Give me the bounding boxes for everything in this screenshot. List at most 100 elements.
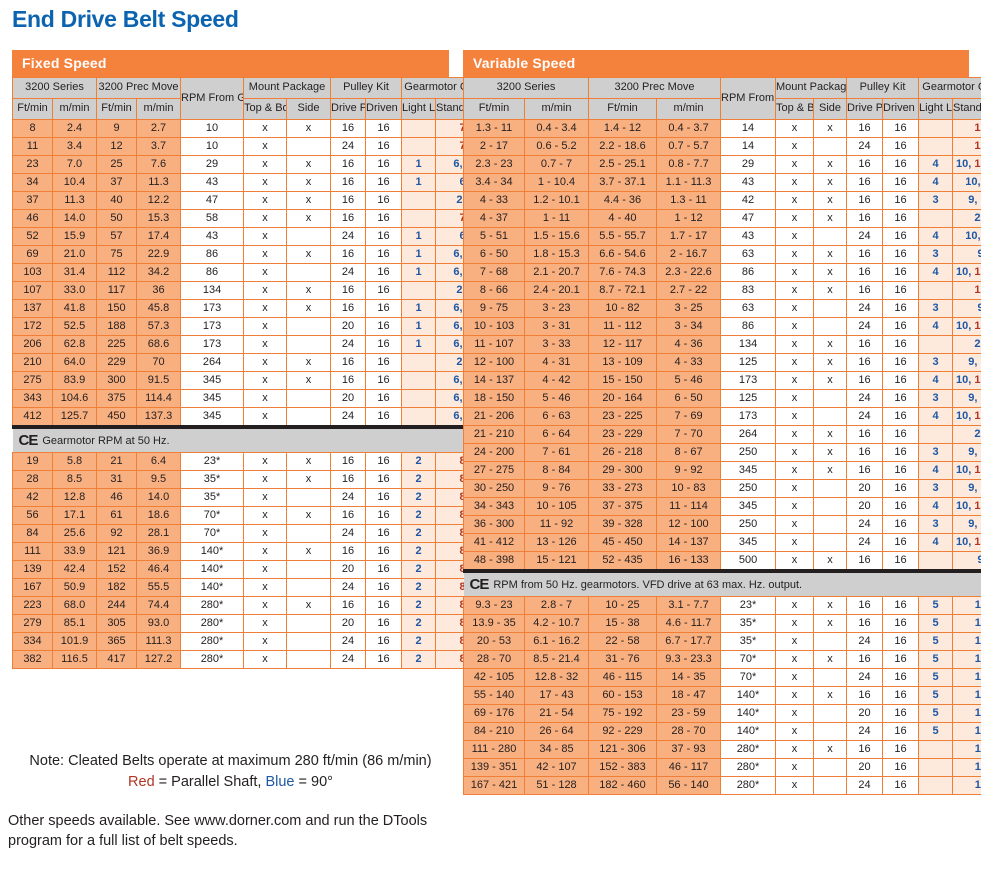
cell-driven-pulley: 16 (365, 299, 403, 318)
table-row: 3711.34012.247xx161621 (12, 191, 491, 210)
cell-mount-side: x (286, 119, 332, 138)
cell-light-load (918, 551, 954, 572)
cell-series-m-min: 6 - 64 (524, 425, 589, 444)
cell-light-load (401, 407, 437, 428)
cell-light-load (918, 209, 954, 228)
cell-standard-load: 10, 13, 14 (952, 155, 981, 174)
cell-precmove-m-min: 3 - 25 (655, 299, 722, 318)
cell-series-m-min: 68.0 (52, 596, 97, 615)
cell-driven-pulley: 16 (882, 299, 920, 318)
cell-precmove-ft-min: 6.6 - 54.6 (588, 245, 657, 264)
cell-drive-pulley: 16 (330, 470, 367, 489)
fixed-speed-table: 3200 Series 3200 Prec Move RPM From Gear… (12, 77, 491, 669)
header-3200-prec-move: 3200 Prec Move (587, 77, 722, 99)
cell-mount-side: x (286, 173, 332, 192)
cell-light-load: 1 (401, 173, 437, 192)
cell-mount-top-bottom: x (775, 632, 815, 651)
cell-precmove-m-min: 0.7 - 5.7 (655, 137, 722, 156)
table-row: 8425.69228.170*x241628 (12, 524, 491, 543)
cell-mount-side (286, 614, 332, 633)
cell-driven-pulley: 16 (882, 353, 920, 372)
chart-ref-blue: 3 (932, 517, 939, 530)
cell-series-ft-min: 167 - 421 (463, 776, 525, 795)
cell-mount-top-bottom: x (775, 776, 815, 795)
cell-drive-pulley: 24 (330, 632, 367, 651)
chart-ref-blue: 9 (977, 302, 981, 314)
cell-rpm-from-gearmotor: 173 (720, 371, 777, 390)
cell-precmove-m-min: 6 - 50 (655, 389, 722, 408)
cell-precmove-m-min: 4 - 36 (655, 335, 722, 354)
cell-mount-top-bottom: x (243, 263, 288, 282)
cell-light-load (401, 191, 437, 210)
cell-precmove-m-min: 55.5 (135, 578, 182, 597)
cell-series-ft-min: 206 (12, 335, 53, 354)
cell-series-ft-min: 223 (12, 596, 53, 615)
cell-series-m-min: 41.8 (52, 299, 97, 318)
cell-mount-side: x (286, 506, 332, 525)
cell-series-m-min: 2.4 (52, 119, 97, 138)
cell-mount-side: x (813, 245, 848, 264)
cell-series-m-min: 64.0 (52, 353, 97, 372)
cell-drive-pulley: 24 (846, 776, 884, 795)
cell-series-m-min: 26 - 64 (524, 722, 589, 741)
table-row: 22368.024474.4280*xx161628 (12, 596, 491, 615)
chart-ref-blue: 9 (977, 248, 981, 260)
cell-drive-pulley: 20 (330, 317, 367, 336)
cell-series-ft-min: 27 - 275 (463, 461, 525, 480)
cell-rpm-from-gearmotor: 173 (720, 407, 777, 426)
cell-series-m-min: 25.6 (52, 524, 97, 543)
cell-series-m-min: 17.1 (52, 506, 97, 525)
chart-ref-red: 13, (974, 319, 981, 332)
ce-separator-row: CE Gearmotor RPM at 50 Hz. (12, 425, 490, 453)
cell-drive-pulley: 16 (846, 191, 884, 210)
cell-drive-pulley: 20 (846, 704, 884, 723)
cell-mount-side: x (286, 596, 332, 615)
cell-precmove-ft-min: 182 (96, 578, 137, 597)
cell-drive-pulley: 16 (330, 173, 367, 192)
cell-precmove-ft-min: 45 - 450 (588, 533, 657, 552)
cell-mount-top-bottom: x (243, 470, 288, 489)
cell-precmove-m-min: 1.1 - 11.3 (655, 173, 722, 192)
cell-series-m-min: 42.4 (52, 560, 97, 579)
chart-ref-blue: 22 (974, 337, 981, 350)
chart-ref-blue: 9, (968, 391, 978, 404)
cell-standard-load: 22 (952, 425, 981, 444)
chart-ref-blue: 10, (956, 499, 972, 512)
cell-light-load: 2 (401, 488, 437, 507)
chart-ref-blue: 5 (932, 706, 939, 719)
table-row: 21 - 206 6 - 63 23 - 225 7 - 69 173 x 24 16 4 10,… (463, 407, 981, 426)
cell-drive-pulley: 24 (330, 335, 367, 354)
cell-light-load (401, 137, 437, 156)
chart-ref-blue: 1 (415, 157, 422, 170)
table-row: 2.3 - 23 0.7 - 7 2.5 - 25.1 0.8 - 7.7 29 x x 16… (463, 155, 981, 174)
cell-precmove-ft-min: 2.2 - 18.6 (588, 137, 657, 156)
chart-ref-blue: 9, (968, 481, 978, 494)
cell-drive-pulley: 16 (846, 245, 884, 264)
cell-light-load (401, 281, 437, 300)
header-3200-prec-move: 3200 Prec Move (95, 77, 182, 99)
cell-light-load: 1 (401, 299, 437, 318)
cell-light-load: 3 (918, 245, 954, 264)
cell-series-m-min: 2.8 - 7 (524, 596, 589, 615)
cell-light-load (918, 425, 954, 444)
cell-series-ft-min: 1.3 - 11 (463, 119, 525, 138)
cell-precmove-m-min: 5 - 46 (655, 371, 722, 390)
chart-ref-blue: 1 (415, 229, 422, 242)
cell-series-ft-min: 7 - 68 (463, 263, 525, 282)
table-row: 4212.84614.035*x241628 (12, 488, 491, 507)
cell-driven-pulley: 16 (365, 407, 403, 428)
cell-drive-pulley: 16 (330, 245, 367, 264)
table-row: 5617.16118.670*xx161628 (12, 506, 491, 525)
table-row: 334101.9365111.3280*x241628 (12, 632, 491, 651)
cell-light-load: 4 (918, 533, 954, 552)
cell-precmove-ft-min: 182 - 460 (588, 776, 657, 795)
cell-rpm-from-gearmotor: 63 (720, 245, 777, 264)
cell-mount-side (286, 488, 332, 507)
cell-light-load: 2 (401, 614, 437, 633)
cell-series-m-min: 13 - 126 (524, 533, 589, 552)
cell-precmove-m-min: 137.3 (135, 407, 182, 428)
fixed-speed-band: Fixed Speed (12, 50, 449, 77)
cell-mount-top-bottom: x (243, 173, 288, 192)
chart-ref-blue: 4 (932, 157, 939, 170)
cell-rpm-from-gearmotor: 250 (720, 443, 777, 462)
